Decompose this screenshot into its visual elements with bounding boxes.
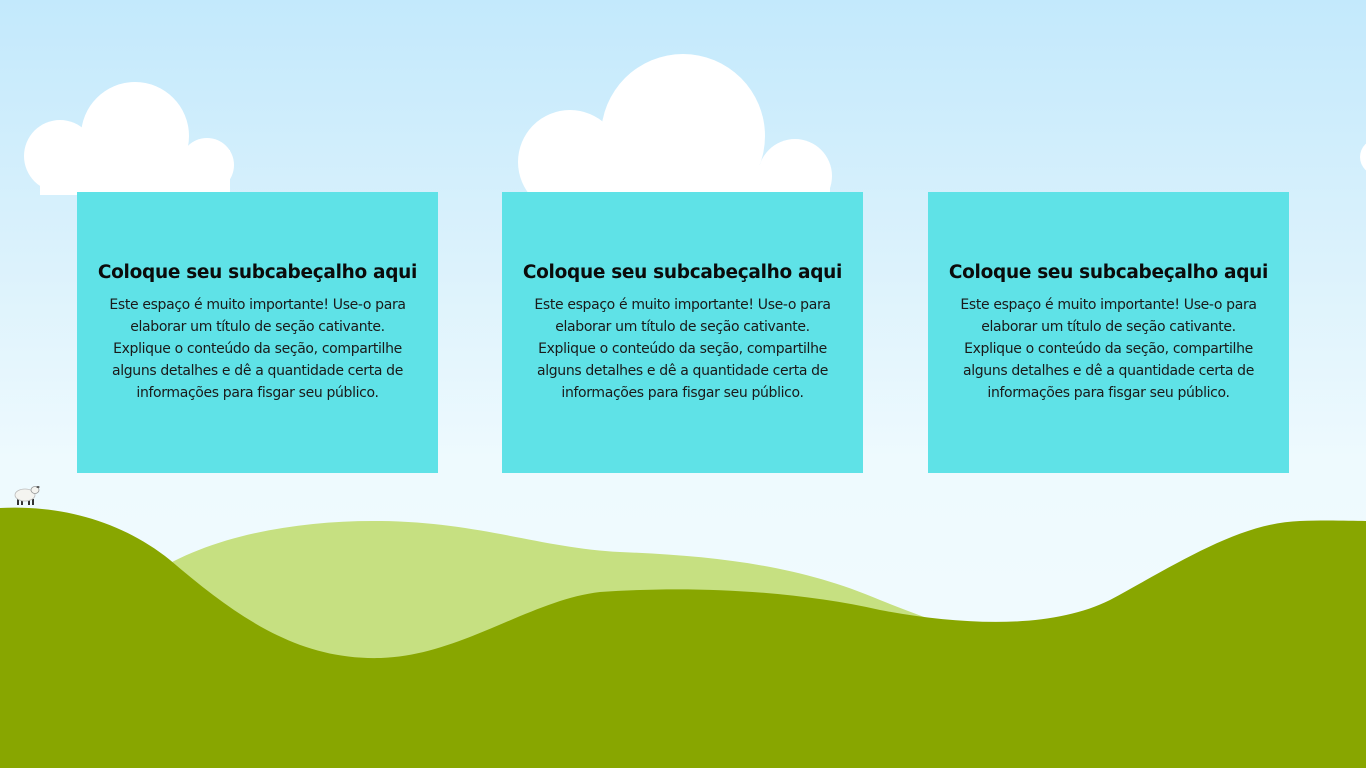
feature-card: Coloque seu subcabeçalho aqui Este espaç… — [502, 192, 863, 473]
feature-card: Coloque seu subcabeçalho aqui Este espaç… — [77, 192, 438, 473]
card-body: Este espaço é muito importante! Use-o pa… — [109, 297, 406, 401]
feature-card: Coloque seu subcabeçalho aqui Este espaç… — [928, 192, 1289, 473]
card-heading: Coloque seu subcabeçalho aqui — [97, 262, 418, 283]
card-body: Este espaço é muito importante! Use-o pa… — [960, 297, 1257, 401]
front-hill — [0, 507, 1366, 768]
cloud-icon — [24, 82, 234, 195]
cloud-icon — [1360, 143, 1366, 171]
card-heading: Coloque seu subcabeçalho aqui — [522, 262, 843, 283]
card-body: Este espaço é muito importante! Use-o pa… — [534, 297, 831, 401]
sheep-icon — [14, 486, 40, 505]
card-heading: Coloque seu subcabeçalho aqui — [948, 262, 1269, 283]
